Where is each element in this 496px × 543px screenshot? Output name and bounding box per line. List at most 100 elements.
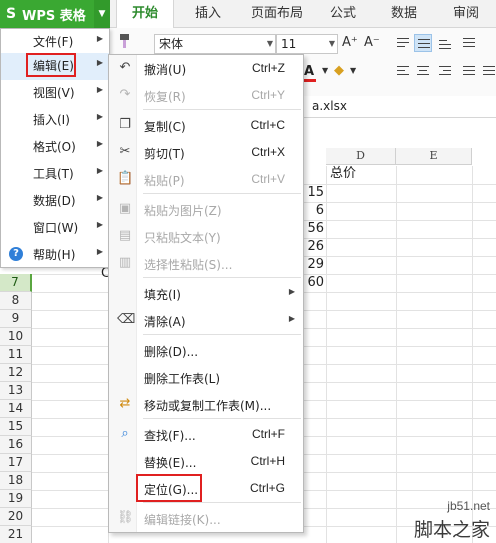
row-header-20[interactable]: 20 (0, 508, 32, 526)
row-header-11[interactable]: 11 (0, 346, 32, 364)
fill-color-icon[interactable]: ◆ (334, 63, 344, 78)
menu-item-find[interactable]: ⌕ 查找(F)... Ctrl+F (109, 421, 303, 447)
menu-item-fill[interactable]: 填充(I) ▶ (109, 280, 303, 306)
format-painter-icon[interactable] (116, 32, 134, 50)
cut-icon: ✂ (119, 144, 131, 159)
menu-item-window[interactable]: 窗口(W) ▶ (1, 215, 109, 242)
row-header-19[interactable]: 19 (0, 490, 32, 508)
title-tab-bar: S WPS 表格 ▼ 开始 插入 页面布局 公式 数据 审阅 (0, 0, 496, 29)
chevron-right-icon: ▶ (288, 314, 295, 323)
font-size-value: 11 (281, 37, 297, 51)
align-top-icon[interactable] (394, 34, 412, 52)
row-header-14[interactable]: 14 (0, 400, 32, 418)
tab-data[interactable]: 数据 (378, 0, 430, 28)
move-sheet-icon: ⇄ (119, 396, 131, 411)
align-left-icon[interactable] (394, 62, 412, 80)
paste-text-icon: ▤ (118, 228, 132, 243)
redo-icon: ↷ (119, 87, 131, 102)
chevron-right-icon: ▶ (288, 287, 295, 296)
chevron-right-icon: ▶ (96, 58, 103, 67)
menu-item-replace[interactable]: 替换(E)... Ctrl+H (109, 448, 303, 474)
chevron-down-icon[interactable]: ▼ (94, 0, 110, 28)
menu-item-clear[interactable]: ⌫ 清除(A) ▶ (109, 307, 303, 333)
row-header-18[interactable]: 18 (0, 472, 32, 490)
menu-item-paste-text-only[interactable]: ▤ 只粘贴文本(Y) (109, 223, 303, 249)
row-header-8[interactable]: 8 (0, 292, 32, 310)
menu-item-insert[interactable]: 插入(I) ▶ (1, 107, 109, 134)
align-center-icon[interactable] (414, 62, 432, 80)
row-header-12[interactable]: 12 (0, 364, 32, 382)
menu-item-file[interactable]: 文件(F) ▶ (1, 29, 109, 56)
wps-logo-icon: S (5, 6, 17, 22)
chevron-right-icon: ▶ (96, 220, 103, 229)
menu-item-copy[interactable]: ❐ 复制(C) Ctrl+C (109, 112, 303, 138)
row-header-17[interactable]: 17 (0, 454, 32, 472)
column-header-e[interactable]: E (396, 148, 472, 165)
watermark-name: 脚本之家 (413, 519, 490, 541)
watermark: jb51.net 脚本之家 (404, 497, 496, 543)
chevron-right-icon: ▶ (96, 139, 103, 148)
paste-icon: 📋 (117, 171, 134, 186)
align-justify-icon[interactable] (460, 62, 478, 80)
menu-item-cut[interactable]: ✂ 剪切(T) Ctrl+X (109, 139, 303, 165)
edit-submenu: ↶ 撤消(U) Ctrl+Z ↷ 恢复(R) Ctrl+Y ❐ 复制(C) Ct… (108, 54, 304, 533)
align-right-icon[interactable] (436, 62, 454, 80)
tab-page-layout[interactable]: 页面布局 (242, 0, 312, 28)
font-name-select[interactable]: 宋体 ▼ (154, 34, 276, 54)
menu-item-redo[interactable]: ↷ 恢复(R) Ctrl+Y (109, 82, 303, 108)
menu-item-format[interactable]: 格式(O) ▶ (1, 134, 109, 161)
menu-item-paste-special[interactable]: ▥ 选择性粘贴(S)... (109, 250, 303, 276)
menu-item-delete-sheet[interactable]: 删除工作表(L) (109, 364, 303, 390)
font-name-value: 宋体 (159, 37, 184, 51)
wps-app-menu-button[interactable]: S WPS 表格 ▼ (0, 0, 110, 28)
menu-item-goto[interactable]: 定位(G)... Ctrl+G (109, 475, 303, 501)
row-header-10[interactable]: 10 (0, 328, 32, 346)
menu-item-view[interactable]: 视图(V) ▶ (1, 80, 109, 107)
link-icon: ⛓ (117, 510, 134, 525)
tab-home[interactable]: 开始 (116, 0, 174, 29)
row-header-7[interactable]: 7 (0, 274, 32, 292)
cell-d1-header[interactable]: 总价 (330, 165, 356, 183)
tab-formulas[interactable]: 公式 (318, 0, 368, 28)
chevron-down-icon[interactable]: ▼ (322, 66, 328, 75)
wrap-text-icon[interactable] (460, 34, 478, 52)
chevron-right-icon: ▶ (96, 166, 103, 175)
undo-icon: ↶ (119, 60, 131, 75)
document-tab[interactable]: a.xlsx (312, 99, 347, 113)
help-icon: ? (9, 247, 23, 261)
row-header-21[interactable]: 21 (0, 526, 32, 543)
shrink-font-icon[interactable]: A⁻ (364, 35, 380, 50)
wps-main-menu: 文件(F) ▶ 编辑(E) ▶ 视图(V) ▶ 插入(I) ▶ 格式(O) ▶ … (0, 28, 110, 268)
font-color-icon[interactable]: A (304, 64, 316, 82)
chevron-down-icon: ▼ (328, 39, 335, 48)
tab-insert[interactable]: 插入 (180, 0, 236, 28)
menu-item-move-copy-sheet[interactable]: ⇄ 移动或复制工作表(M)... (109, 391, 303, 417)
grow-font-icon[interactable]: A⁺ (342, 35, 358, 50)
menu-item-tools[interactable]: 工具(T) ▶ (1, 161, 109, 188)
distribute-icon[interactable] (480, 62, 496, 80)
chevron-right-icon: ▶ (96, 112, 103, 121)
menu-item-help[interactable]: ? 帮助(H) ▶ (1, 242, 109, 269)
row-header-13[interactable]: 13 (0, 382, 32, 400)
paste-special-icon: ▥ (118, 255, 132, 270)
menu-item-data[interactable]: 数据(D) ▶ (1, 188, 109, 215)
align-bottom-icon[interactable] (436, 34, 454, 52)
menu-item-edit[interactable]: 编辑(E) ▶ (1, 53, 109, 80)
column-header-d[interactable]: D (326, 148, 396, 165)
chevron-right-icon: ▶ (96, 34, 103, 43)
menu-item-undo[interactable]: ↶ 撤消(U) Ctrl+Z (109, 55, 303, 81)
row-header-9[interactable]: 9 (0, 310, 32, 328)
tab-review[interactable]: 审阅 (440, 0, 492, 28)
menu-item-paste[interactable]: 📋 粘贴(P) Ctrl+V (109, 166, 303, 192)
chevron-right-icon: ▶ (96, 193, 103, 202)
menu-item-edit-links[interactable]: ⛓ 编辑链接(K)... (109, 505, 303, 531)
row-header-16[interactable]: 16 (0, 436, 32, 454)
chevron-down-icon[interactable]: ▼ (350, 66, 356, 75)
find-icon: ⌕ (121, 426, 129, 441)
align-middle-icon[interactable] (414, 34, 432, 52)
row-header-15[interactable]: 15 (0, 418, 32, 436)
chevron-right-icon: ▶ (96, 85, 103, 94)
font-size-select[interactable]: 11 ▼ (276, 34, 338, 54)
menu-item-paste-as-image[interactable]: ▣ 粘贴为图片(Z) (109, 196, 303, 222)
menu-item-delete[interactable]: 删除(D)... (109, 337, 303, 363)
